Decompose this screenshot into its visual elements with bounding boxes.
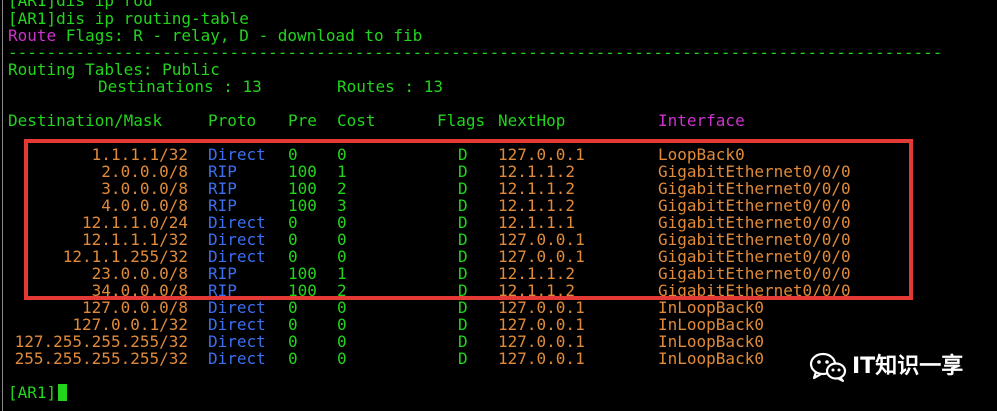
interface-cell: InLoopBack0 <box>658 332 764 351</box>
cost-cell: 0 <box>337 315 347 334</box>
flags-cell: D <box>458 298 468 317</box>
interface-cell: InLoopBack0 <box>658 298 764 317</box>
command-prompt: [AR1] <box>8 383 57 402</box>
proto-cell: Direct <box>208 349 266 368</box>
routes-count: Routes : 13 <box>337 77 443 96</box>
column-header: Pre <box>288 111 317 130</box>
nexthop-cell: 127.0.0.1 <box>498 298 585 317</box>
pre-cell: 0 <box>288 332 298 351</box>
flags-cell: D <box>458 349 468 368</box>
pre-cell: 0 <box>288 349 298 368</box>
previous-command-line: [AR1]dis ip rou <box>8 0 153 10</box>
column-header: Cost <box>337 111 376 130</box>
wechat-icon <box>809 352 847 382</box>
cost-cell: 0 <box>337 349 347 368</box>
flags-cell: D <box>458 332 468 351</box>
interface-cell: InLoopBack0 <box>658 349 764 368</box>
column-header: NextHop <box>498 111 566 130</box>
proto-cell: Direct <box>208 298 266 317</box>
cost-cell: 0 <box>337 332 347 351</box>
watermark: IT知识一享 <box>808 347 988 387</box>
column-header: Interface <box>658 111 745 130</box>
watermark-text: IT知识一享 <box>852 354 964 379</box>
text-cursor[interactable] <box>58 384 67 401</box>
pre-cell: 0 <box>288 298 298 317</box>
destination-cell: 127.0.0.1/32 <box>72 315 188 334</box>
interface-cell: InLoopBack0 <box>658 315 764 334</box>
destination-cell: 127.0.0.0/8 <box>82 298 188 317</box>
nexthop-cell: 127.0.0.1 <box>498 332 585 351</box>
command-line: [AR1]dis ip routing-table <box>8 9 249 28</box>
table-title: Routing Tables: Public <box>8 60 220 79</box>
terminal-window[interactable]: [AR1]dis ip rou [AR1]dis ip routing-tabl… <box>0 0 997 411</box>
proto-cell: Direct <box>208 315 266 334</box>
separator-line: ----------------------------------------… <box>8 43 943 62</box>
column-header: Destination/Mask <box>8 111 163 130</box>
column-header: Proto <box>208 111 257 130</box>
destination-cell: 127.255.255.255/32 <box>14 332 188 351</box>
cost-cell: 0 <box>337 298 347 317</box>
destination-cell: 255.255.255.255/32 <box>14 349 188 368</box>
highlight-box <box>24 139 913 300</box>
flags-cell: D <box>458 315 468 334</box>
destinations-count: Destinations : 13 <box>98 77 262 96</box>
nexthop-cell: 127.0.0.1 <box>498 349 585 368</box>
pre-cell: 0 <box>288 315 298 334</box>
route-flags-line: Route Flags: R - relay, D - download to … <box>8 27 422 44</box>
proto-cell: Direct <box>208 332 266 351</box>
column-header: Flags <box>437 111 486 130</box>
nexthop-cell: 127.0.0.1 <box>498 315 585 334</box>
